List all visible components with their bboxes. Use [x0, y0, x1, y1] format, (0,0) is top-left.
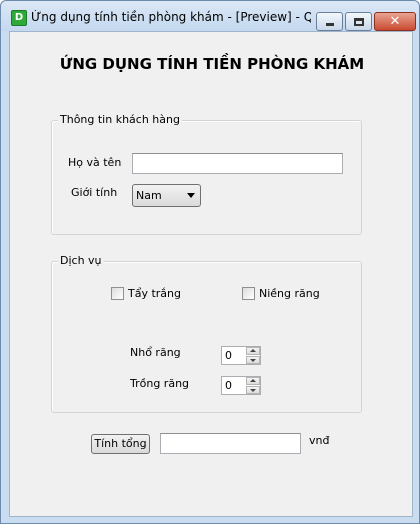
- maximize-button[interactable]: [345, 12, 372, 31]
- implant-stepper[interactable]: 0: [221, 376, 261, 395]
- name-field[interactable]: [132, 153, 343, 174]
- arrow-up-icon: [250, 349, 256, 352]
- implant-decrement-button[interactable]: [246, 386, 260, 394]
- gender-select[interactable]: Nam: [132, 184, 201, 207]
- whitening-checkbox[interactable]: Tẩy trắng: [111, 287, 191, 301]
- close-icon: ✕: [389, 14, 401, 29]
- services-group: Dịch vụ Tẩy trắng Niềng răng Nhổ răng 0 …: [51, 254, 362, 413]
- arrow-up-icon: [250, 379, 256, 382]
- name-label: Họ và tên: [68, 156, 122, 169]
- arrow-down-icon: [250, 389, 256, 392]
- whitening-checkbox-box[interactable]: [111, 287, 124, 300]
- close-button[interactable]: ✕: [374, 12, 416, 31]
- implant-label: Trồng răng: [130, 377, 190, 390]
- maximize-icon: [354, 18, 364, 26]
- braces-checkbox-box[interactable]: [242, 287, 255, 300]
- extraction-stepper-buttons: [246, 347, 260, 364]
- page-title: ỨNG DỤNG TÍNH TIỀN PHÒNG KHÁM: [59, 55, 365, 73]
- implant-increment-button[interactable]: [246, 377, 260, 385]
- app-window: D Ứng dụng tính tiền phòng khám - [Previ…: [0, 0, 420, 524]
- implant-count[interactable]: 0: [225, 379, 232, 392]
- minimize-button[interactable]: [316, 12, 343, 31]
- minimize-icon: [326, 23, 334, 26]
- window-title: Ứng dụng tính tiền phòng khám - [Preview…: [31, 10, 311, 24]
- arrow-down-icon: [250, 359, 256, 362]
- total-field[interactable]: [160, 433, 301, 454]
- gender-select-value: Nam: [136, 189, 162, 202]
- title-bar[interactable]: D Ứng dụng tính tiền phòng khám - [Previ…: [1, 1, 419, 31]
- app-icon: D: [11, 10, 27, 26]
- extraction-decrement-button[interactable]: [246, 356, 260, 364]
- customer-info-group-title: Thông tin khách hàng: [58, 113, 182, 126]
- services-group-title: Dịch vụ: [58, 254, 104, 267]
- extraction-label: Nhổ răng: [130, 346, 181, 359]
- extraction-stepper[interactable]: 0: [221, 346, 261, 365]
- extraction-count[interactable]: 0: [225, 349, 232, 362]
- whitening-label: Tẩy trắng: [128, 287, 181, 300]
- form-client-area: ỨNG DỤNG TÍNH TIỀN PHÒNG KHÁM Thông tin …: [9, 31, 413, 517]
- extraction-increment-button[interactable]: [246, 347, 260, 355]
- braces-checkbox[interactable]: Niềng răng: [242, 287, 332, 301]
- braces-label: Niềng răng: [259, 287, 320, 300]
- chevron-down-icon: [187, 193, 195, 198]
- currency-unit-label: vnđ: [309, 434, 330, 447]
- customer-info-group: Thông tin khách hàng Họ và tên Giới tính…: [51, 113, 362, 235]
- gender-label: Giới tính: [71, 186, 118, 199]
- calculate-total-button[interactable]: Tính tổng: [91, 434, 150, 454]
- implant-stepper-buttons: [246, 377, 260, 394]
